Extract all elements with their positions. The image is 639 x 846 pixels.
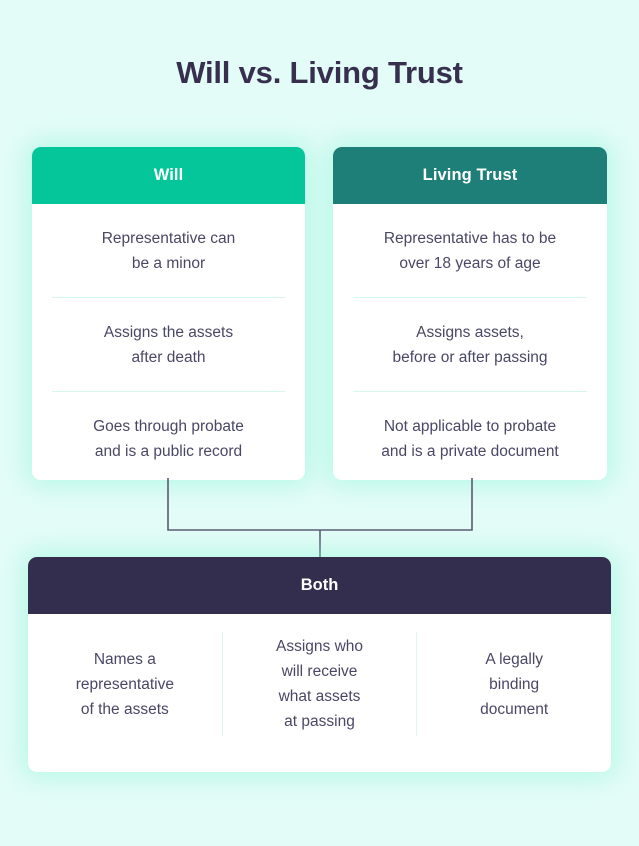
card-living-trust-body: Representative has to be over 18 years of… [333,204,607,480]
card-will-fact-1: Representative can be a minor [52,204,285,298]
page-title: Will vs. Living Trust [176,55,463,90]
card-both: Both Names a representative of the assets … [28,557,611,772]
connector-bracket-svg [167,478,473,560]
card-both-body: Names a representative of the assets Assig… [28,614,611,772]
infographic-root: Will vs. Living Trust Will Representativ… [0,0,639,846]
card-both-header: Both [28,557,611,614]
card-living-trust-fact-1: Representative has to be over 18 years of… [353,204,587,298]
card-living-trust-fact-3: Not applicable to probate and is a privat… [381,418,559,460]
card-will-fact-2: Assigns the assets after death [52,298,285,392]
bracket-path [167,478,473,531]
connector-bracket [150,478,490,560]
card-both-item-1: Names a representative of the assets [28,632,223,736]
card-will: Will Representative can be a minor Assign… [32,147,305,480]
card-will-header: Will [32,147,305,204]
card-living-trust-fact-2: Assigns assets, before or after passing [353,298,587,392]
card-both-item-2: Assigns who will receive what assets at pas… [223,632,418,736]
card-living-trust-header: Living Trust [333,147,607,204]
card-both-item-3: A legally binding document [480,650,549,718]
card-will-fact-3: Goes through probate and is a public reco… [93,418,244,460]
card-will-body: Representative can be a minor Assigns the… [32,204,305,480]
card-living-trust: Living Trust Representative has to be ove… [333,147,607,480]
